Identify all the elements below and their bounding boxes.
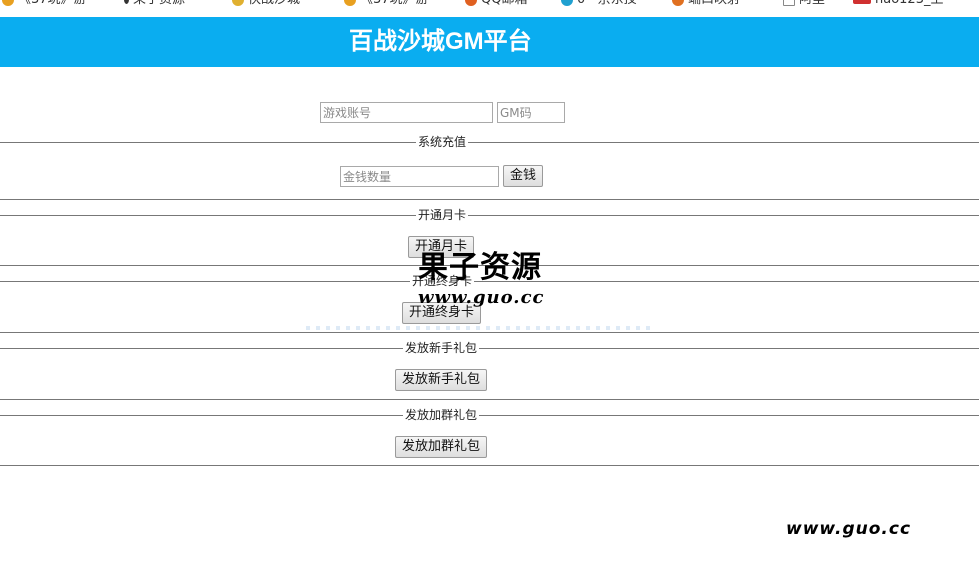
bookmark-item[interactable]: QQ邮箱: [465, 0, 527, 8]
bookmark-label: 0 · 京东技: [577, 0, 637, 8]
bookmark-item[interactable]: 阿里: [783, 0, 825, 8]
section-divider: [0, 465, 979, 466]
gm-code-input[interactable]: [497, 102, 565, 123]
section-divider: [0, 399, 979, 400]
bookmark-item[interactable]: 端口映射: [672, 0, 740, 8]
bookmark-label: 《37玩》游: [18, 0, 87, 8]
watermark-url: www.guo.cc: [418, 287, 545, 308]
section-legend-group: 发放加群礼包: [403, 408, 480, 422]
game-icon: [2, 0, 14, 6]
bookmark-label: 快战沙城: [248, 0, 300, 8]
section-divider: [0, 215, 979, 216]
section-legend-newbie: 发放新手礼包: [403, 341, 480, 355]
section-legend-monthly: 开通月卡: [416, 208, 469, 222]
bookmark-item[interactable]: hao123_上: [853, 0, 943, 8]
section-divider: [0, 415, 979, 416]
send-newbie-gift-button[interactable]: 发放新手礼包: [395, 369, 488, 391]
watermark-title: 果子资源: [418, 250, 542, 285]
port-icon: [672, 0, 684, 6]
bookmark-item[interactable]: 快战沙城: [232, 0, 300, 8]
bookmark-label: hao123_上: [875, 0, 943, 8]
bookmark-label: QQ邮箱: [481, 0, 527, 8]
money-button[interactable]: 金钱: [503, 165, 544, 187]
section-divider: [0, 199, 979, 200]
bookmark-label: 果子资源: [133, 0, 185, 8]
page-title: 百战沙城GM平台: [349, 28, 532, 55]
game-icon: [344, 0, 356, 6]
section-divider: [0, 348, 979, 349]
tech-icon: [561, 0, 573, 6]
page-header: 百战沙城GM平台: [0, 17, 979, 67]
section-legend-recharge: 系统充值: [416, 135, 469, 149]
section-divider: [0, 332, 979, 333]
fruit-icon: [124, 0, 129, 4]
bookmarks-bar: 《37玩》游 果子资源 快战沙城 《37玩》游 QQ邮箱 0 · 京东技 端口映…: [0, 0, 979, 8]
mail-icon: [465, 0, 477, 6]
bookmark-label: 《37玩》游: [360, 0, 429, 8]
send-group-gift-button[interactable]: 发放加群礼包: [395, 436, 488, 458]
account-input[interactable]: [320, 102, 493, 123]
sword-icon: [232, 0, 244, 6]
section-divider: [0, 142, 979, 143]
page-icon: [783, 0, 795, 6]
bookmark-label: 端口映射: [688, 0, 740, 8]
bookmark-label: 阿里: [799, 0, 825, 8]
bookmark-item[interactable]: 《37玩》游: [344, 0, 429, 8]
bookmark-item[interactable]: 《37玩》游: [2, 0, 87, 8]
bookmark-item[interactable]: 果子资源: [124, 0, 185, 8]
hao123-icon: [853, 0, 871, 4]
money-amount-input[interactable]: [340, 166, 499, 187]
bookmark-item[interactable]: 0 · 京东技: [561, 0, 637, 8]
watermark-dashes: [300, 326, 650, 330]
watermark-corner: www.guo.cc: [786, 519, 912, 539]
